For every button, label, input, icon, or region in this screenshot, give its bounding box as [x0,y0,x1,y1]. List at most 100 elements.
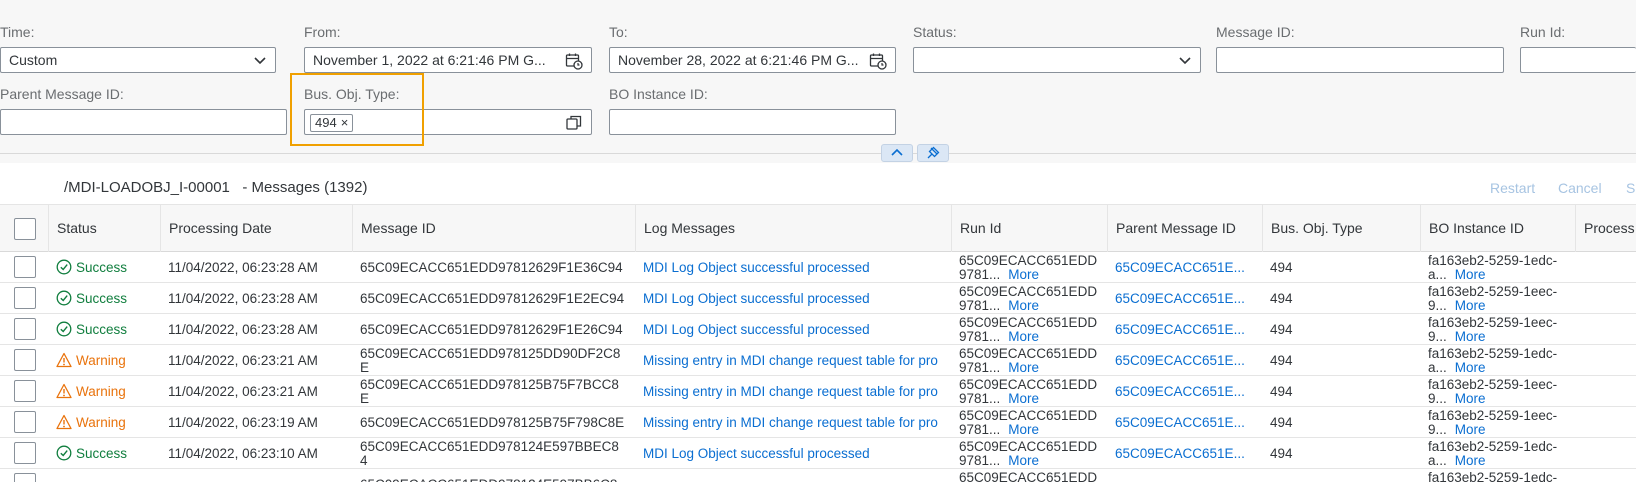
message-id-input[interactable] [1216,47,1504,73]
parent-message-id-text[interactable]: 65C09ECACC651E... [1115,384,1245,399]
toolbar-overflow-button[interactable]: Se [1626,180,1636,196]
bo-instance-id-more-link[interactable]: More [1455,391,1486,406]
bus-obj-type-cell: 494 [1262,252,1419,283]
status-text: Success [76,322,128,337]
parent-message-id-input[interactable] [0,109,287,135]
time-select[interactable]: Custom [0,47,276,73]
row-checkbox[interactable] [14,318,36,340]
parent-message-id-link[interactable]: 65C09ECACC651E... [1107,438,1261,469]
collapse-filters-button[interactable] [881,144,913,162]
bo-instance-id-more-link[interactable]: More [1455,329,1486,344]
row-checkbox[interactable] [14,442,36,464]
parent-message-id-link[interactable]: 65C09ECACC651E... [1107,345,1261,376]
col-parent-message-id[interactable]: Parent Message ID [1107,205,1236,252]
table-row[interactable]: 65C09ECACC651EDD978124E597BB6C8 65C09ECAC… [0,469,1636,482]
col-processing-date[interactable]: Processing Date [160,205,272,252]
parent-message-id-link[interactable]: 65C09ECACC651E... [1107,407,1261,438]
parent-message-id-text[interactable]: 65C09ECACC651E... [1115,415,1245,430]
log-message-text[interactable]: MDI Log Object successful processed [643,322,870,337]
run-id-more-link[interactable]: More [1008,267,1039,282]
log-message-link[interactable] [635,469,950,482]
log-message-text[interactable]: Missing entry in MDI change request tabl… [643,384,938,399]
restart-button[interactable]: Restart [1490,180,1535,196]
log-message-link[interactable]: MDI Log Object successful processed [635,314,950,345]
log-message-text[interactable]: Missing entry in MDI change request tabl… [643,353,938,368]
parent-message-id-text[interactable]: 65C09ECACC651E... [1115,446,1245,461]
parent-message-id-text[interactable]: 65C09ECACC651E... [1115,260,1245,275]
log-message-link[interactable]: MDI Log Object successful processed [635,438,950,469]
parent-message-id-link[interactable]: 65C09ECACC651E... [1107,283,1261,314]
row-checkbox[interactable] [14,473,36,482]
status-cell: Success [48,438,158,469]
run-id-input[interactable] [1520,47,1636,73]
col-bus-obj-type[interactable]: Bus. Obj. Type [1262,205,1363,252]
row-checkbox[interactable] [14,349,36,371]
bo-instance-id-more-link[interactable]: More [1455,422,1486,437]
bus-obj-type-value: 494 [1270,446,1293,461]
calendar-clock-icon[interactable] [565,52,583,70]
table-row[interactable]: Success 11/04/2022, 06:23:28 AM 65C09ECACC… [0,252,1636,283]
parent-message-id-link[interactable]: 65C09ECACC651E... [1107,314,1261,345]
col-status[interactable]: Status [48,205,97,252]
value-help-icon[interactable] [565,114,583,132]
table-row[interactable]: Warning 11/04/2022, 06:23:19 AM 65C09ECACC… [0,407,1636,438]
parent-message-id-link[interactable]: 65C09ECACC651E... [1107,376,1261,407]
table-row[interactable]: Success 11/04/2022, 06:23:28 AM 65C09ECACC… [0,314,1636,345]
parent-message-id-text[interactable]: 65C09ECACC651E... [1115,322,1245,337]
log-message-link[interactable]: MDI Log Object successful processed [635,252,950,283]
message-id: 65C09ECACC651EDD97812629F1E26C94 [360,322,623,337]
select-all-checkbox[interactable] [14,218,36,240]
bo-instance-id-more-link[interactable]: More [1455,453,1486,468]
from-datetime-input[interactable]: November 1, 2022 at 6:21:46 PM G... [304,47,592,73]
parent-message-id-text[interactable]: 65C09ECACC651E... [1115,353,1245,368]
run-id-more-link[interactable]: More [1008,329,1039,344]
parent-message-id-link[interactable]: 65C09ECACC651E... [1107,252,1261,283]
log-message-link[interactable]: Missing entry in MDI change request tabl… [635,407,950,438]
run-id-cell: 65C09ECACC651EDD 9781... More [951,407,1106,438]
bus-obj-type-value: 494 [1270,353,1293,368]
run-id-more-link[interactable]: More [1008,360,1039,375]
col-process[interactable]: Process [1575,205,1635,252]
log-message-link[interactable]: MDI Log Object successful processed [635,283,950,314]
processing-date: 11/04/2022, 06:23:21 AM [168,353,318,368]
row-checkbox[interactable] [14,411,36,433]
calendar-clock-icon[interactable] [869,52,887,70]
success-icon [56,255,72,275]
run-id-more-link[interactable]: More [1008,422,1039,437]
parent-message-id-link[interactable] [1107,469,1261,482]
col-message-id[interactable]: Message ID [352,205,436,252]
status-select[interactable] [913,47,1201,73]
message-id-line1: 65C09ECACC651EDD978125DD90DF2C8 [360,346,621,361]
parent-message-id-text[interactable]: 65C09ECACC651E... [1115,291,1245,306]
table-row[interactable]: Success 11/04/2022, 06:23:10 AM 65C09ECACC… [0,438,1636,469]
cancel-button[interactable]: Cancel [1558,180,1602,196]
run-id-cell: 65C09ECACC651EDD 9781... More [951,345,1106,376]
col-bo-instance-id[interactable]: BO Instance ID [1420,205,1524,252]
bo-instance-id-more-link[interactable]: More [1455,360,1486,375]
bo-instance-id-line1: fa163eb2-5259-1eec- [1428,315,1558,330]
table-row[interactable]: Success 11/04/2022, 06:23:28 AM 65C09ECACC… [0,283,1636,314]
log-message-text[interactable]: MDI Log Object successful processed [643,446,870,461]
run-id-more-link[interactable]: More [1008,298,1039,313]
bo-instance-id-input[interactable] [609,109,896,135]
bo-instance-id-more-link[interactable]: More [1455,298,1486,313]
row-checkbox[interactable] [14,380,36,402]
table-row[interactable]: Warning 11/04/2022, 06:23:21 AM 65C09ECACC… [0,376,1636,407]
log-message-text[interactable]: MDI Log Object successful processed [643,291,870,306]
log-message-text[interactable]: Missing entry in MDI change request tabl… [643,415,938,430]
processing-date: 11/04/2022, 06:23:21 AM [168,384,318,399]
log-message-link[interactable]: Missing entry in MDI change request tabl… [635,345,950,376]
row-checkbox[interactable] [14,256,36,278]
message-id: 65C09ECACC651EDD97812629F1E36C94 [360,260,623,275]
col-run-id[interactable]: Run Id [951,205,1001,252]
table-row[interactable]: Warning 11/04/2022, 06:23:21 AM 65C09ECACC… [0,345,1636,376]
log-message-text[interactable]: MDI Log Object successful processed [643,260,870,275]
log-message-link[interactable]: Missing entry in MDI change request tabl… [635,376,950,407]
run-id-more-link[interactable]: More [1008,453,1039,468]
run-id-more-link[interactable]: More [1008,391,1039,406]
row-checkbox[interactable] [14,287,36,309]
col-log-messages[interactable]: Log Messages [635,205,735,252]
pin-filters-button[interactable] [917,144,949,162]
to-datetime-input[interactable]: November 28, 2022 at 6:21:46 PM G... [609,47,896,73]
bo-instance-id-more-link[interactable]: More [1455,267,1486,282]
